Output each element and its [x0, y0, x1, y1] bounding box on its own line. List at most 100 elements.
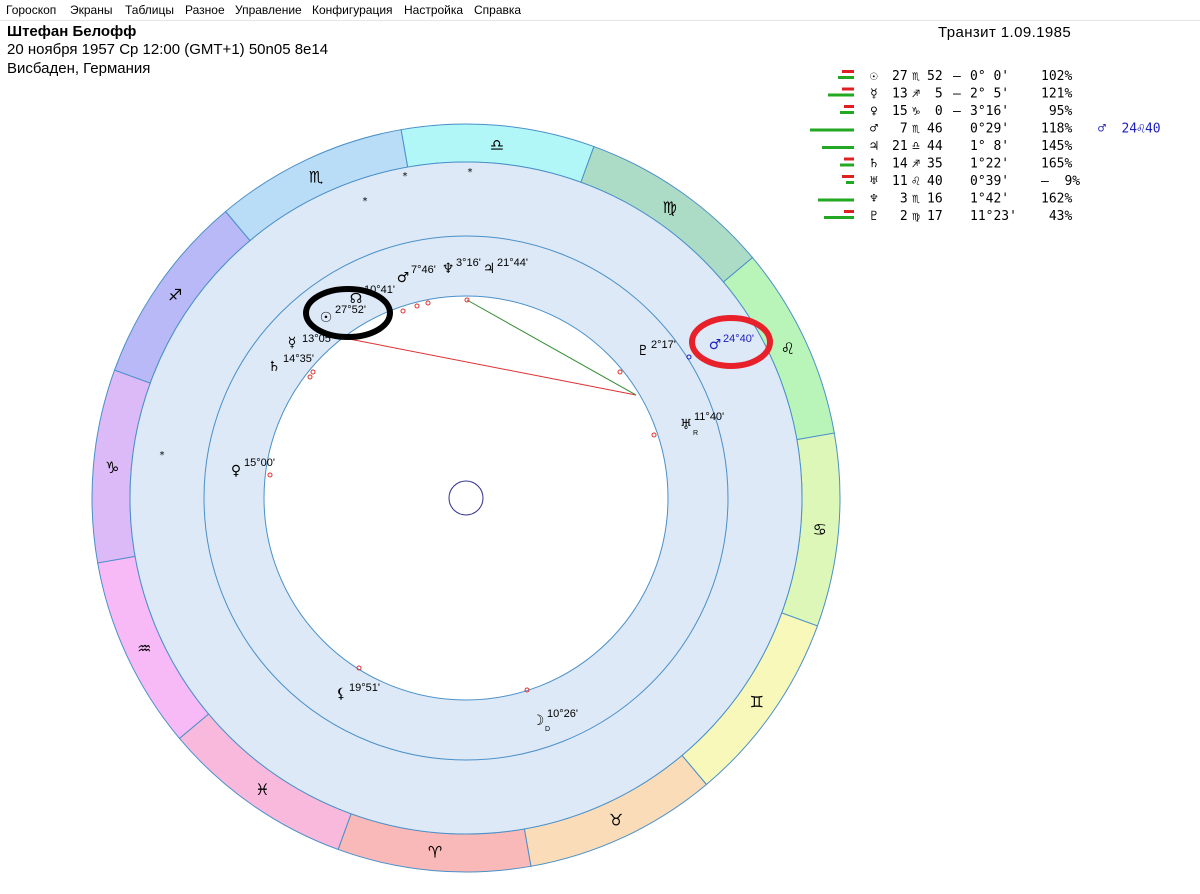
aspect-circle [263, 295, 669, 701]
sign-glyph: ♐ [912, 157, 920, 172]
longitude-min: 44 [927, 139, 943, 154]
separator: – [953, 87, 961, 102]
strength-bar-green [810, 128, 854, 132]
percent-value: 43% [1041, 209, 1072, 224]
star-mark: * [160, 450, 165, 461]
table-row: ♄ 14 ♐ 35 1°22' 165% [840, 157, 1072, 172]
longitude-min: 0 [927, 104, 943, 119]
sign-glyph: ♑ [912, 104, 920, 119]
strength-bar-green [822, 146, 854, 149]
natal-lilith-label: 19°51' [349, 682, 380, 694]
natal-jupiter-label: 21°44' [497, 257, 528, 269]
table-row: ☉ 27 ♏ 52–0° 0' 102% [838, 69, 1072, 84]
longitude-deg: 7 [892, 122, 908, 137]
longitude-deg: 3 [892, 192, 908, 207]
strength-bar-red [842, 70, 854, 73]
longitude-min: 5 [927, 87, 943, 102]
sign-libra-glyph: ♎ [490, 135, 504, 154]
longitude-deg: 27 [892, 69, 908, 84]
planet-glyph: ♄ [870, 157, 878, 172]
orb-value: 1°22' [970, 157, 1009, 172]
orb-value: 3°16' [970, 104, 1009, 119]
longitude-min: 40 [927, 174, 943, 189]
orb-value: 2° 5' [970, 87, 1009, 102]
star-mark: * [363, 196, 368, 207]
orb-value: 1° 8' [970, 139, 1009, 154]
percent-value: 118% [1041, 122, 1072, 137]
percent-value: 165% [1041, 157, 1072, 172]
natal-pluto-label: 2°17' [651, 339, 676, 351]
sign-aquarius-glyph: ♒ [137, 639, 151, 658]
strength-bar-green [824, 216, 854, 219]
table-row: ☿ 13 ♐ 5–2° 5' 121% [828, 87, 1072, 102]
percent-value: 102% [1041, 69, 1072, 84]
table-row: ♆ 3 ♏ 16 1°42' 162% [818, 192, 1072, 207]
natal-mercury-glyph: ☿ [288, 335, 297, 351]
strength-bar-green [818, 198, 854, 202]
planet-glyph: ☿ [870, 87, 878, 102]
natal-saturn-glyph: ♄ [268, 359, 281, 375]
longitude-deg: 13 [892, 87, 908, 102]
strength-bar-red [844, 157, 854, 161]
natal-uranus-motion: R [693, 430, 698, 437]
strength-bar-red [844, 210, 854, 213]
orb-value: 1°42' [970, 192, 1009, 207]
strength-bar-red [844, 105, 854, 108]
longitude-min: 16 [927, 192, 943, 207]
separator: – [953, 69, 961, 84]
natal-mars-glyph: ♂ [397, 270, 410, 286]
orb-value: 0°29' [970, 122, 1009, 137]
planet-glyph: ♆ [870, 192, 878, 207]
longitude-min: 17 [927, 209, 943, 224]
longitude-min: 46 [927, 122, 943, 137]
longitude-deg: 11 [892, 174, 908, 189]
strength-bar-red [842, 175, 854, 178]
longitude-min: 35 [927, 157, 943, 172]
sign-leo-glyph: ♌ [781, 339, 795, 358]
natal-moon-glyph: ☽ [532, 713, 545, 729]
longitude-deg: 21 [892, 139, 908, 154]
natal-neptune-glyph: ♆ [442, 261, 455, 277]
sign-aries-glyph: ♈ [428, 843, 442, 862]
planet-glyph: ♅ [870, 174, 878, 189]
natal-lilith-glyph: ⚸ [336, 686, 346, 702]
table-row: ♂ 7 ♏ 46 0°29' 118% ♂ 24♌40 [810, 122, 1161, 137]
table-row: ♅ 11 ♌ 40 0°39' – 9% [842, 174, 1080, 189]
sign-glyph: ♏ [912, 69, 920, 84]
sign-capricorn-glyph: ♑ [105, 458, 119, 477]
planet-table: ☉ 27 ♏ 52–0° 0' 102%☿ 13 ♐ 5–2° 5' 121%♀ 15 ♑ 0–3… [810, 69, 1161, 224]
strength-bar-green [846, 181, 854, 184]
separator [953, 139, 961, 154]
strength-bar-green [828, 93, 854, 97]
planet-glyph: ♀ [870, 104, 878, 119]
natal-uranus-glyph: ♅ [680, 417, 693, 433]
transit-mars-glyph: ♂ [709, 337, 722, 353]
percent-value: – 9% [1041, 174, 1080, 189]
natal-neptune-label: 3°16' [456, 257, 481, 269]
natal-node-glyph: ☊ [350, 291, 362, 307]
separator [953, 174, 961, 189]
percent-value: 145% [1041, 139, 1072, 154]
transit-mars-label: 24°40' [723, 333, 754, 345]
sign-scorpio-glyph: ♏ [309, 167, 323, 186]
sign-sagittarius-glyph: ♐ [168, 285, 182, 304]
strength-bar-red [842, 87, 854, 91]
sign-glyph: ♍ [912, 209, 920, 224]
natal-saturn-label: 14°35' [283, 353, 314, 365]
longitude-min: 52 [927, 69, 943, 84]
natal-venus-label: 15°00' [244, 457, 275, 469]
planet-glyph: ♃ [870, 139, 878, 154]
natal-moon-motion: D [545, 726, 550, 733]
orb-value: 0°39' [970, 174, 1009, 189]
planet-glyph: ☉ [870, 69, 878, 84]
natal-venus-glyph: ♀ [231, 463, 241, 479]
strength-bar-green [840, 111, 854, 114]
sign-gemini-glyph: ♊ [750, 693, 764, 712]
orb-value: 0° 0' [970, 69, 1009, 84]
star-mark: * [468, 167, 473, 178]
percent-value: 121% [1041, 87, 1072, 102]
sign-glyph: ♌ [912, 174, 920, 189]
separator [953, 157, 961, 172]
transit-position: ♂ 24♌40 [1098, 122, 1161, 137]
separator [953, 192, 961, 207]
